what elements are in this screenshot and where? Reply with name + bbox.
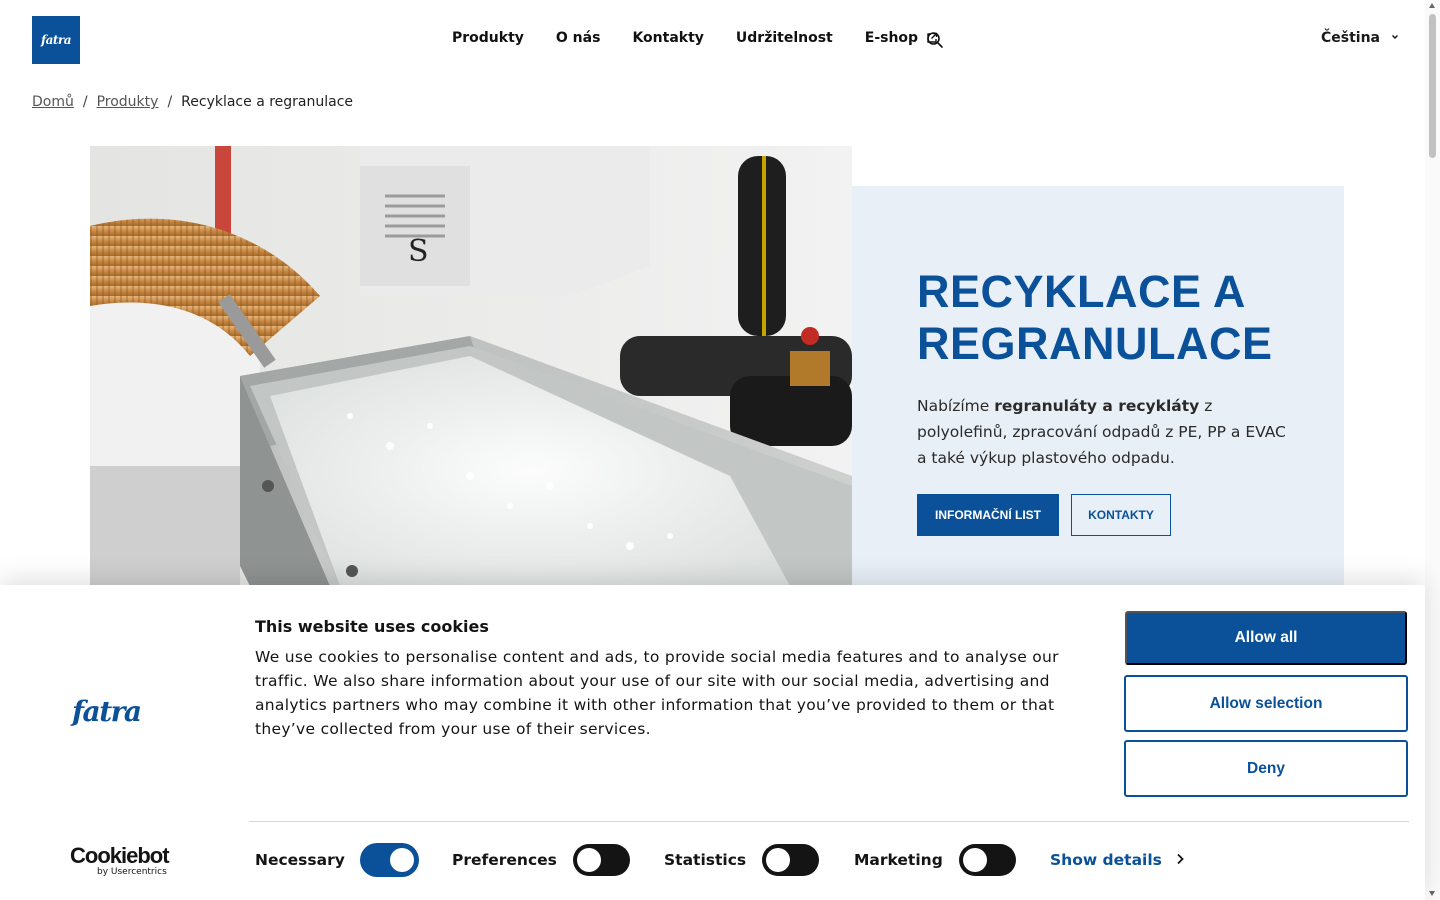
scrollbar-thumb[interactable] bbox=[1429, 14, 1436, 158]
breadcrumb-current: Recyklace a regranulace bbox=[181, 94, 354, 110]
toggle-necessary: Necessary bbox=[255, 844, 418, 876]
toggle-marketing-label: Marketing bbox=[854, 851, 943, 869]
necessary-switch[interactable] bbox=[360, 844, 418, 876]
cookiebot-sub: by Usercentrics bbox=[97, 867, 167, 877]
allow-selection-button[interactable]: Allow selection bbox=[1124, 675, 1408, 732]
toggle-marketing: Marketing bbox=[854, 844, 1016, 876]
breadcrumb-home[interactable]: Domů bbox=[32, 94, 74, 110]
cookie-banner-logo: fatra bbox=[70, 695, 176, 731]
marketing-switch[interactable] bbox=[958, 844, 1016, 876]
cookie-description: We use cookies to personalise content an… bbox=[255, 648, 1059, 738]
language-selector[interactable]: Čeština bbox=[1321, 30, 1400, 46]
page-scrollbar[interactable] bbox=[1425, 0, 1440, 900]
switch-knob bbox=[766, 848, 791, 872]
svg-text:S: S bbox=[408, 234, 429, 269]
switch-knob bbox=[389, 848, 414, 872]
statistics-switch[interactable] bbox=[762, 844, 820, 876]
hero-text-before: Nabízíme bbox=[917, 397, 995, 415]
toggle-statistics-label: Statistics bbox=[664, 851, 747, 869]
main-nav: Produkty O nás Kontakty Udržitelnost E-s… bbox=[452, 30, 938, 46]
search-icon[interactable] bbox=[926, 31, 944, 53]
logo-text: fatra bbox=[40, 33, 72, 47]
scroll-down-arrow-icon[interactable] bbox=[1429, 891, 1435, 896]
hero-text-bold: regranuláty a recykláty bbox=[994, 397, 1200, 415]
allow-all-button[interactable]: Allow all bbox=[1125, 611, 1407, 665]
toggle-statistics: Statistics bbox=[664, 844, 820, 876]
scroll-up-arrow-icon[interactable] bbox=[1429, 3, 1435, 8]
chevron-right-icon bbox=[1176, 851, 1184, 869]
breadcrumb-separator: / bbox=[82, 94, 88, 110]
breadcrumb: Domů / Produkty / Recyklace a regranulac… bbox=[32, 94, 353, 110]
nav-udrzitelnost[interactable]: Udržitelnost bbox=[736, 30, 833, 46]
language-label: Čeština bbox=[1321, 30, 1381, 46]
breadcrumb-products[interactable]: Produkty bbox=[97, 94, 159, 110]
nav-o-nas[interactable]: O nás bbox=[556, 30, 601, 46]
cookie-banner: fatra This website uses cookies We use c… bbox=[0, 585, 1425, 900]
cookie-logo-text: fatra bbox=[70, 697, 141, 727]
nav-kontakty[interactable]: Kontakty bbox=[632, 30, 703, 46]
deny-button[interactable]: Deny bbox=[1124, 740, 1408, 797]
switch-knob bbox=[576, 848, 601, 872]
contacts-button[interactable]: KONTAKTY bbox=[1071, 494, 1171, 536]
toggle-necessary-label: Necessary bbox=[255, 851, 345, 869]
preferences-switch[interactable] bbox=[572, 844, 630, 876]
nav-eshop-label: E-shop bbox=[864, 30, 919, 46]
toggle-preferences-label: Preferences bbox=[452, 851, 557, 869]
hero-image: S bbox=[90, 146, 852, 586]
cookiebot-brand: Cookiebot bbox=[70, 843, 170, 868]
toggle-preferences: Preferences bbox=[452, 844, 630, 876]
show-details-label: Show details bbox=[1050, 851, 1162, 869]
cookiebot-logo: Cookiebot by Usercentrics bbox=[70, 843, 170, 878]
cookie-divider bbox=[249, 821, 1409, 822]
cookie-title: This website uses cookies bbox=[255, 617, 489, 636]
show-details-link[interactable]: Show details bbox=[1050, 851, 1184, 869]
chevron-down-icon bbox=[1390, 30, 1400, 46]
site-header: fatra Produkty O nás Kontakty Udržitelno… bbox=[0, 0, 1425, 80]
page-title: RECYKLACE A REGRANULACE bbox=[917, 266, 1273, 369]
hero-description: Nabízíme regranuláty a recykláty z polyo… bbox=[917, 393, 1297, 471]
nav-produkty[interactable]: Produkty bbox=[452, 30, 524, 46]
switch-knob bbox=[962, 848, 987, 872]
fatra-logo[interactable]: fatra bbox=[32, 16, 80, 64]
info-sheet-button[interactable]: INFORMAČNÍ LIST bbox=[917, 494, 1059, 536]
breadcrumb-separator: / bbox=[167, 94, 173, 110]
